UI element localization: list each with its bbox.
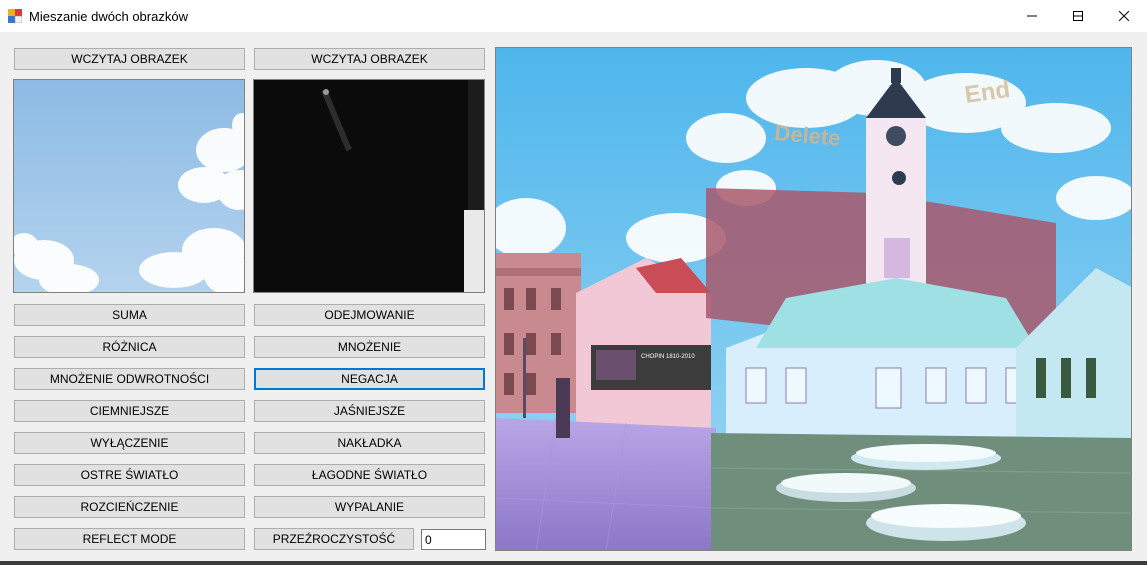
ciemniejsze-button[interactable]: CIEMNIEJSZE (14, 400, 245, 422)
mnozenie-button[interactable]: MNOŻENIE (254, 336, 485, 358)
ostre-swiatlo-button[interactable]: OSTRE ŚWIATŁO (14, 464, 245, 486)
maximize-icon (1073, 11, 1083, 21)
minimize-icon (1027, 15, 1037, 17)
opacity-input[interactable] (421, 529, 486, 550)
load-image-right-button[interactable]: WCZYTAJ OBRAZEK (254, 48, 485, 70)
roznica-button[interactable]: RÓŻNICA (14, 336, 245, 358)
load-image-left-button[interactable]: WCZYTAJ OBRAZEK (14, 48, 245, 70)
nakladka-button[interactable]: NAKŁADKA (254, 432, 485, 454)
svg-text:CHOPIN 1810-2010: CHOPIN 1810-2010 (641, 354, 695, 360)
rozcienczenie-button[interactable]: ROZCIEŃCZENIE (14, 496, 245, 518)
reflect-mode-button[interactable]: REFLECT MODE (14, 528, 245, 550)
mnozenie-odwrotnosci-button[interactable]: MNOŻENIE ODWROTNOŚCI (14, 368, 245, 390)
window-title: Mieszanie dwóch obrazków (29, 9, 188, 24)
sky-image (14, 80, 244, 292)
title-bar: Mieszanie dwóch obrazków (0, 0, 1147, 32)
minimize-button[interactable] (1009, 0, 1055, 32)
maximize-button[interactable] (1055, 0, 1101, 32)
result-image: Delete End CHOPIN 1810-2010 (495, 47, 1132, 551)
wylaczenie-button[interactable]: WYŁĄCZENIE (14, 432, 245, 454)
suma-button[interactable]: SUMA (14, 304, 245, 326)
dark-image (254, 80, 484, 292)
wypalanie-button[interactable]: WYPALANIE (254, 496, 485, 518)
jasniejsze-button[interactable]: JAŚNIEJSZE (254, 400, 485, 422)
close-icon (1119, 11, 1129, 21)
odejmowanie-button[interactable]: ODEJMOWANIE (254, 304, 485, 326)
source-image-2 (253, 79, 485, 293)
negacja-button[interactable]: NEGACJA (254, 368, 485, 390)
app-icon (8, 9, 22, 23)
przezroczystosc-button[interactable]: PRZEŹROCZYSTOŚĆ (254, 528, 414, 550)
blended-result-image: Delete End CHOPIN 1810-2010 (496, 48, 1131, 550)
lagodne-swiatlo-button[interactable]: ŁAGODNE ŚWIATŁO (254, 464, 485, 486)
taskbar-strip (0, 561, 1147, 565)
source-image-1 (13, 79, 245, 293)
close-button[interactable] (1101, 0, 1147, 32)
